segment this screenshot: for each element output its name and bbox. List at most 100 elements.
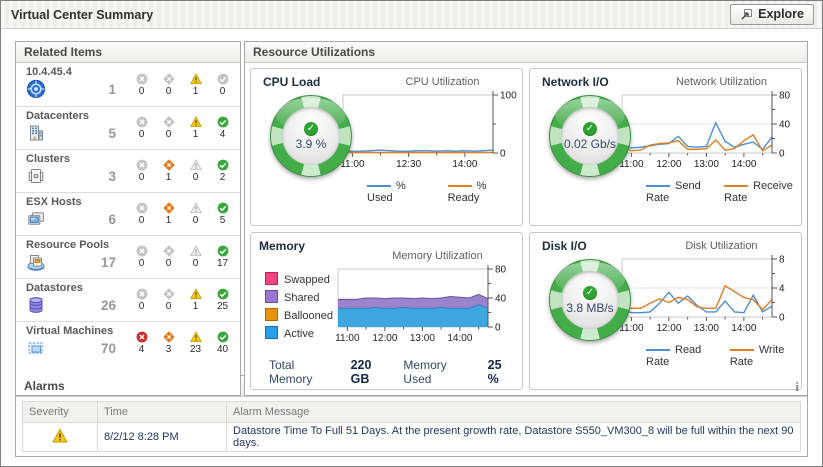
svg-text:14:00: 14:00: [452, 159, 477, 170]
status-normal[interactable]: 25: [209, 288, 236, 312]
svg-text:11:00: 11:00: [341, 159, 365, 170]
status-count: 3: [166, 344, 172, 355]
total-memory-label: Total Memory: [269, 358, 341, 386]
disk-utilization-chart[interactable]: 048MB/s11:0012:0013:0014:00: [620, 252, 803, 347]
column-header-message[interactable]: Alarm Message: [227, 402, 801, 423]
svg-text:40: 40: [779, 120, 791, 131]
vm-icon: [26, 338, 46, 358]
status-count: 40: [217, 344, 228, 355]
datastore-icon: [26, 295, 46, 315]
status-count: 0: [139, 215, 145, 226]
explore-label: Explore: [758, 7, 804, 21]
column-header-severity[interactable]: Severity: [23, 402, 98, 423]
network-io-title: Network I/O: [534, 72, 609, 92]
alarm-message: Datastore Time To Full 51 Days. At the p…: [227, 423, 801, 452]
explore-button[interactable]: Explore: [730, 4, 814, 25]
related-item-count: 5: [108, 126, 116, 141]
status-fatal[interactable]: 0: [128, 116, 155, 140]
svg-text:4: 4: [779, 284, 785, 295]
status-critical[interactable]: 1: [155, 159, 182, 183]
svg-text:12:00: 12:00: [656, 159, 681, 170]
related-item-count: 3: [108, 169, 116, 184]
status-normal[interactable]: 4: [209, 116, 236, 140]
status-warning[interactable]: 1: [182, 288, 209, 312]
status-critical[interactable]: 0: [155, 73, 182, 97]
vcenter-icon: [26, 79, 46, 99]
fatal-icon: [136, 73, 148, 85]
status-count: 0: [139, 86, 145, 97]
legend-item: Send Rate: [646, 180, 708, 204]
cpu-load-gauge[interactable]: 3.9 %: [270, 95, 352, 177]
svg-text:8: 8: [779, 255, 785, 266]
related-item-row[interactable]: ESX Hosts 6 0 1 0 5: [16, 192, 240, 235]
status-warning[interactable]: 0: [182, 159, 209, 183]
related-item-row[interactable]: Virtual Machines 70 4 3 23 40: [16, 321, 240, 364]
status-warning[interactable]: 0: [182, 202, 209, 226]
related-item-row[interactable]: Clusters 3 0 1 0 2: [16, 149, 240, 192]
related-item-count: 17: [101, 255, 116, 270]
status-critical[interactable]: 0: [155, 288, 182, 312]
disk-io-gauge[interactable]: 3.8 MB/s: [549, 259, 631, 341]
status-critical[interactable]: 3: [155, 331, 182, 355]
disk-io-value: 3.8 MB/s: [566, 301, 613, 315]
network-chart-title: Network Utilization: [676, 76, 767, 88]
fatal-icon: [136, 159, 148, 171]
status-fatal[interactable]: 0: [128, 159, 155, 183]
svg-text:0: 0: [779, 149, 785, 160]
related-item-row[interactable]: Datastores 26 0 0 1 25: [16, 278, 240, 321]
status-normal[interactable]: 2: [209, 159, 236, 183]
status-count: 0: [139, 301, 145, 312]
status-normal[interactable]: 0: [209, 73, 236, 97]
status-critical[interactable]: 0: [155, 116, 182, 140]
network-io-value: 0.02 Gb/s: [564, 137, 616, 151]
status-fatal[interactable]: 0: [128, 245, 155, 269]
related-item-row[interactable]: Resource Pools 17 0 0 0 17: [16, 235, 240, 278]
status-count: 4: [139, 344, 145, 355]
status-fatal[interactable]: 0: [128, 288, 155, 312]
network-io-gauge[interactable]: 0.02 Gb/s: [549, 95, 631, 177]
legend-swatch: [730, 349, 754, 351]
warning-icon: [190, 73, 202, 85]
status-warning[interactable]: 1: [182, 116, 209, 140]
memory-used-value: 25 %: [488, 358, 516, 386]
resource-utilizations-header: Resource Utilizations: [245, 42, 807, 63]
status-count: 4: [220, 129, 226, 140]
warning-icon: [190, 331, 202, 343]
disk-io-title: Disk I/O: [534, 236, 587, 256]
window-titlebar: Virtual Center Summary Explore: [1, 1, 822, 29]
column-header-time[interactable]: Time: [98, 402, 227, 423]
related-item-row[interactable]: 10.4.45.4 1 0 0 1 0: [16, 63, 240, 106]
svg-text:11:00: 11:00: [620, 159, 644, 170]
memory-utilization-chart[interactable]: 04080GB11:0012:0013:0014:00: [336, 262, 524, 357]
status-count: 5: [220, 215, 226, 226]
status-count: 0: [166, 301, 172, 312]
normal-icon: [217, 202, 229, 214]
critical-icon: [163, 245, 175, 257]
related-item-row[interactable]: Datacenters 5 0 0 1 4: [16, 106, 240, 149]
status-warning[interactable]: 0: [182, 245, 209, 269]
status-count: 1: [193, 86, 199, 97]
normal-status-icon: [583, 286, 597, 300]
status-warning[interactable]: 1: [182, 73, 209, 97]
network-utilization-chart[interactable]: 04080Mb/s11:0012:0013:0014:00: [620, 88, 803, 183]
status-normal[interactable]: 5: [209, 202, 236, 226]
datacenter-icon: [26, 123, 46, 143]
status-normal[interactable]: 40: [209, 331, 236, 355]
status-normal[interactable]: 17: [209, 245, 236, 269]
legend-item: Read Rate: [646, 344, 714, 368]
memory-used-label: Memory Used: [403, 358, 477, 386]
status-fatal[interactable]: 0: [128, 73, 155, 97]
info-icon[interactable]: i: [795, 380, 799, 393]
cpu-load-value: 3.9 %: [296, 137, 327, 151]
status-fatal[interactable]: 4: [128, 331, 155, 355]
status-warning[interactable]: 23: [182, 331, 209, 355]
status-critical[interactable]: 0: [155, 245, 182, 269]
status-fatal[interactable]: 0: [128, 202, 155, 226]
status-critical[interactable]: 1: [155, 202, 182, 226]
cpu-utilization-chart[interactable]: 0100%11:0012:3014:00: [341, 88, 524, 183]
alarm-row[interactable]: 8/2/12 8:28 PM Datastore Time To Full 51…: [23, 423, 801, 452]
legend-swatch: [646, 349, 670, 351]
status-count: 1: [193, 301, 199, 312]
status-count: 0: [193, 172, 199, 183]
chart-legend: Send RateReceive Rate: [646, 180, 797, 204]
